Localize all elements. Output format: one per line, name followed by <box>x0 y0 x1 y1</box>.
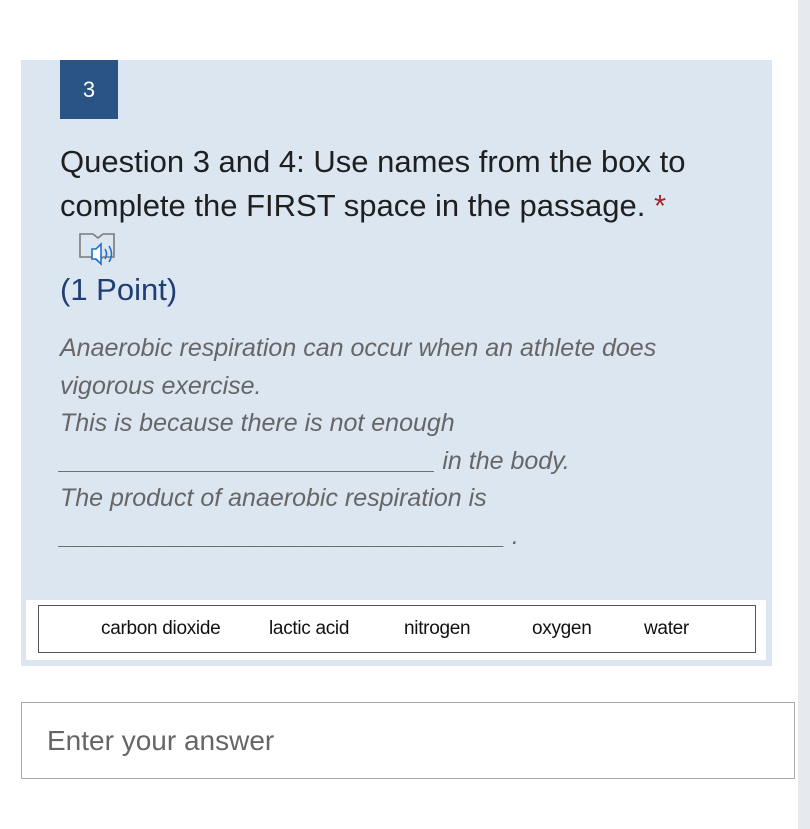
passage-line: vigorous exercise. <box>60 371 262 400</box>
passage-line: The product of anaerobic respiration is <box>60 484 487 512</box>
question-points: (1 Point) <box>60 272 178 307</box>
passage-line: ___________________________ in the body. <box>60 446 570 475</box>
question-passage: Anaerobic respiration can occur when an … <box>60 330 750 555</box>
required-marker: * <box>653 188 667 223</box>
scrollbar-track[interactable] <box>798 0 810 829</box>
word-box-item: oxygen <box>532 618 592 639</box>
word-box-item: carbon dioxide <box>101 618 221 639</box>
word-box-item: lactic acid <box>269 618 350 639</box>
word-box-item: water <box>644 618 689 639</box>
question-title: Question 3 and 4: Use names from the box… <box>60 140 750 228</box>
passage-line: ________________________________ . <box>60 521 519 550</box>
word-box-item: nitrogen <box>404 618 471 639</box>
speaker-icon[interactable] <box>77 231 119 271</box>
question-card: 3 Question 3 and 4: Use names from the b… <box>21 60 772 666</box>
answer-input[interactable] <box>21 702 795 779</box>
question-title-text: Question 3 and 4: Use names from the box… <box>60 144 686 223</box>
question-number-badge: 3 <box>60 60 118 119</box>
word-box: carbon dioxide lactic acid nitrogen oxyg… <box>38 605 756 653</box>
passage-line: Anaerobic respiration can occur when an … <box>60 334 657 362</box>
passage-line: This is because there is not enough <box>60 409 455 437</box>
word-box-image: carbon dioxide lactic acid nitrogen oxyg… <box>26 600 766 660</box>
